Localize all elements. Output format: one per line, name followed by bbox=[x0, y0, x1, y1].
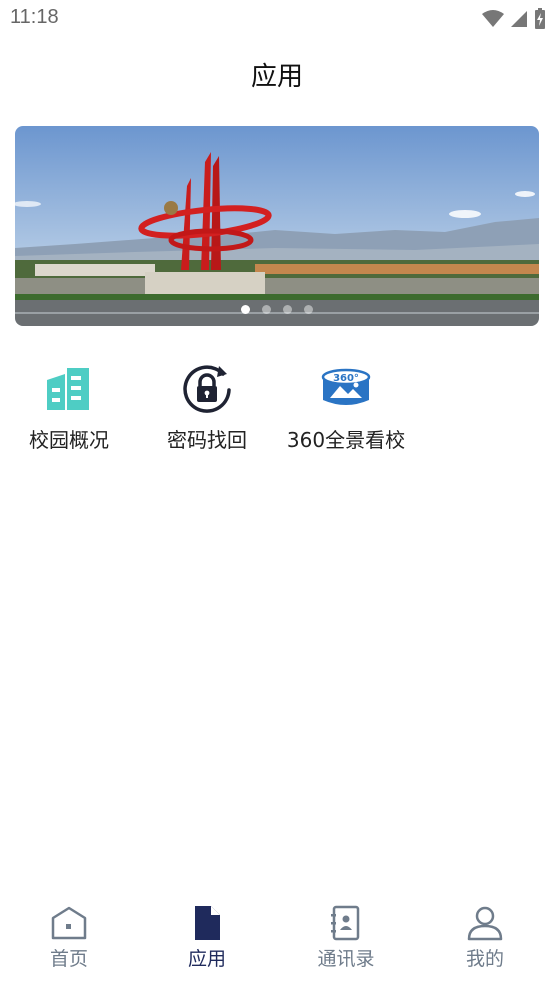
panorama-360-icon: 360° bbox=[321, 368, 371, 405]
cell-signal-icon bbox=[511, 11, 527, 27]
status-bar: 11:18 bbox=[0, 0, 554, 38]
status-time: 11:18 bbox=[10, 6, 59, 28]
banner-pagination bbox=[15, 305, 539, 314]
status-icons bbox=[482, 8, 546, 30]
home-icon bbox=[51, 906, 87, 940]
document-icon bbox=[195, 906, 220, 940]
page-title: 应用 bbox=[250, 62, 303, 92]
nav-label: 首页 bbox=[49, 948, 88, 970]
nav-item-apps[interactable]: 应用 bbox=[138, 902, 276, 982]
nav-item-me[interactable]: 我的 bbox=[416, 902, 554, 982]
app-password-recovery[interactable]: 密码找回 bbox=[138, 356, 276, 460]
banner-dot-1[interactable] bbox=[241, 305, 250, 314]
contacts-book-icon bbox=[331, 905, 360, 941]
building-icon bbox=[47, 368, 89, 410]
nav-label: 通讯录 bbox=[317, 948, 375, 970]
app-campus-overview[interactable]: 校园概况 bbox=[0, 356, 138, 460]
wifi-icon bbox=[482, 10, 504, 27]
nav-item-home[interactable]: 首页 bbox=[0, 902, 138, 982]
app-label: 密码找回 bbox=[167, 428, 247, 452]
nav-label: 我的 bbox=[465, 948, 504, 970]
nav-label: 应用 bbox=[187, 948, 226, 970]
banner-dot-3[interactable] bbox=[283, 305, 292, 314]
app-label: 360全景看校 bbox=[286, 428, 406, 452]
lock-refresh-icon bbox=[183, 365, 231, 413]
app-panorama-360[interactable]: 360° 360全景看校 bbox=[277, 356, 415, 460]
nav-item-contacts[interactable]: 通讯录 bbox=[277, 902, 415, 982]
banner-dot-4[interactable] bbox=[304, 305, 313, 314]
user-icon bbox=[467, 906, 503, 941]
banner-image bbox=[15, 126, 539, 326]
banner-dot-2[interactable] bbox=[262, 305, 271, 314]
bottom-nav: 首页 应用 通讯录 我的 bbox=[0, 890, 554, 984]
svg-text:360°: 360° bbox=[333, 373, 359, 384]
app-label: 校园概况 bbox=[29, 428, 109, 452]
banner-carousel[interactable] bbox=[15, 126, 539, 326]
battery-charging-icon bbox=[535, 8, 545, 29]
